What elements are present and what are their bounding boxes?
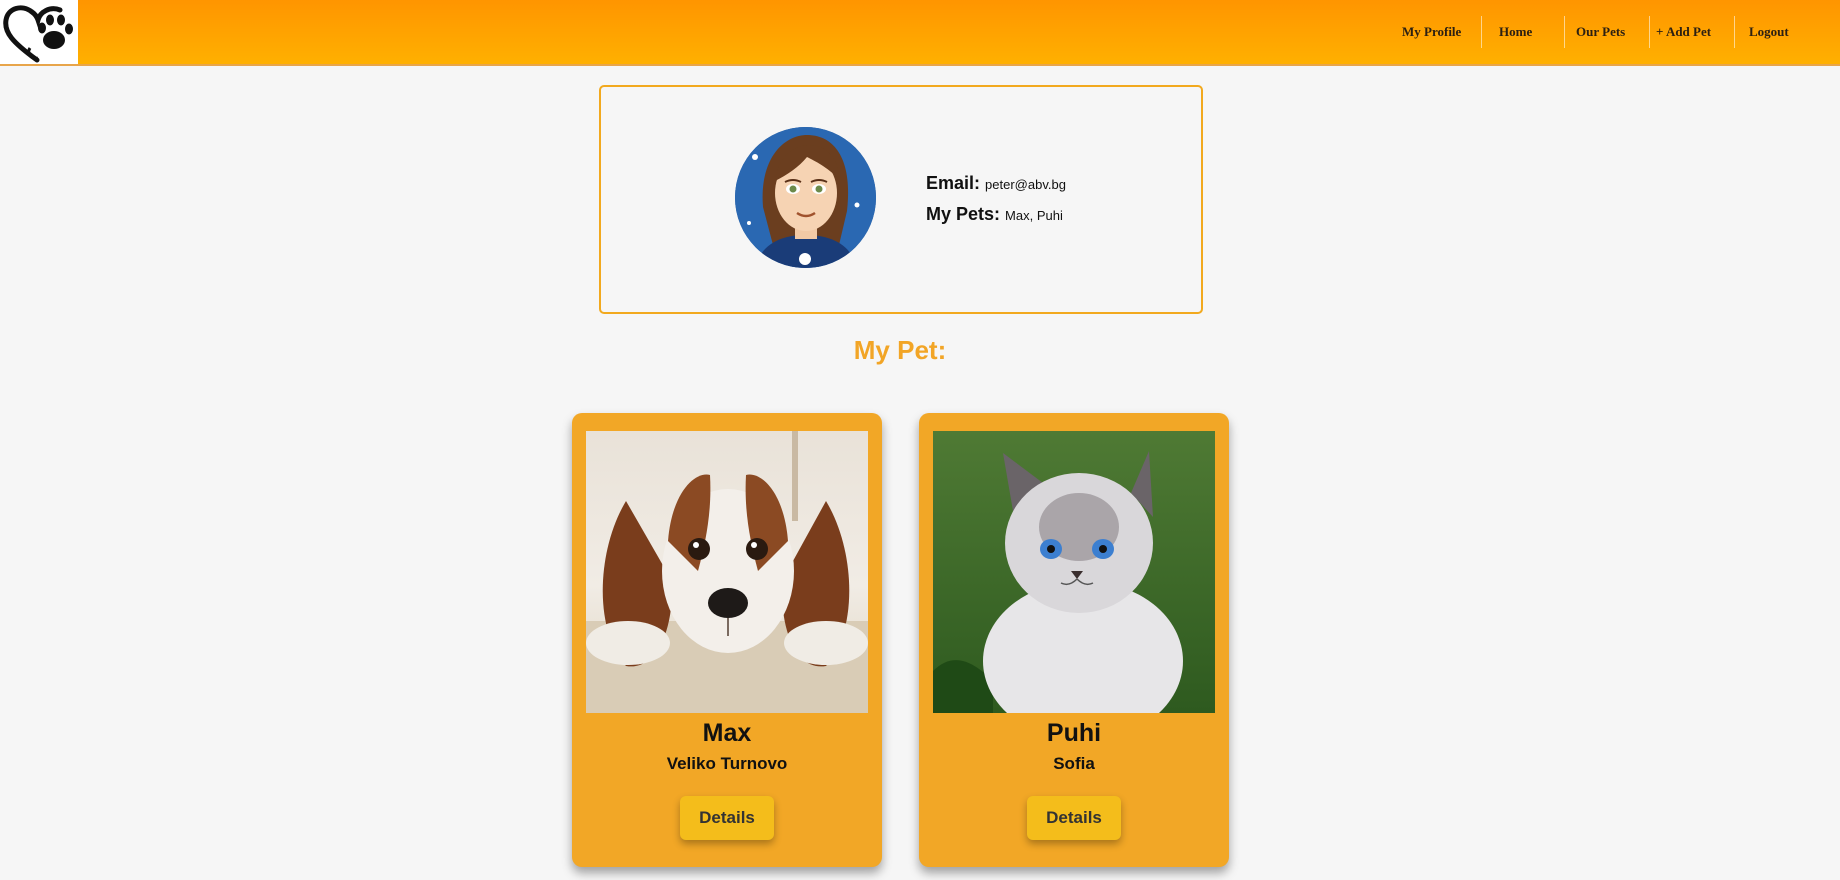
dog-photo: [586, 431, 868, 713]
pet-card: Max Veliko Turnovo Details: [572, 413, 882, 867]
pet-city: Sofia: [1053, 754, 1095, 773]
nav-my-profile[interactable]: My Profile: [1402, 24, 1461, 40]
nav-divider: [1564, 16, 1565, 48]
nav-logout[interactable]: Logout: [1749, 24, 1789, 40]
my-pets-value: Max, Puhi: [1005, 208, 1063, 223]
profile-card: Email: peter@abv.bg My Pets: Max, Puhi: [599, 85, 1203, 314]
nav-our-pets[interactable]: Our Pets: [1576, 24, 1625, 40]
section-title: My Pet:: [853, 335, 947, 365]
heart-paw-icon: [3, 5, 73, 63]
pet-name: Max: [702, 719, 752, 747]
cat-photo: [933, 431, 1215, 713]
logo[interactable]: [0, 0, 78, 64]
nav-divider: [1481, 16, 1482, 48]
pet-city: Veliko Turnovo: [666, 754, 788, 773]
nav-divider: [1734, 16, 1735, 48]
pet-card: Puhi Sofia Details: [919, 413, 1229, 867]
my-pets-label: My Pets:: [926, 204, 1001, 224]
nav-home[interactable]: Home: [1499, 24, 1532, 40]
my-pets-row: My Pets: Max, Puhi: [926, 204, 1066, 225]
details-button[interactable]: Details: [680, 796, 774, 840]
nav-add-pet[interactable]: + Add Pet: [1656, 24, 1711, 40]
user-avatar: [735, 127, 876, 268]
email-row: Email: peter@abv.bg: [926, 173, 1066, 194]
details-button[interactable]: Details: [1027, 796, 1121, 840]
email-label: Email:: [926, 173, 981, 193]
email-value: peter@abv.bg: [985, 177, 1066, 192]
pet-name: Puhi: [1046, 719, 1102, 747]
top-navbar: My Profile Home Our Pets + Add Pet Logou…: [0, 0, 1840, 66]
profile-info: Email: peter@abv.bg My Pets: Max, Puhi: [926, 173, 1066, 235]
nav-divider: [1649, 16, 1650, 48]
